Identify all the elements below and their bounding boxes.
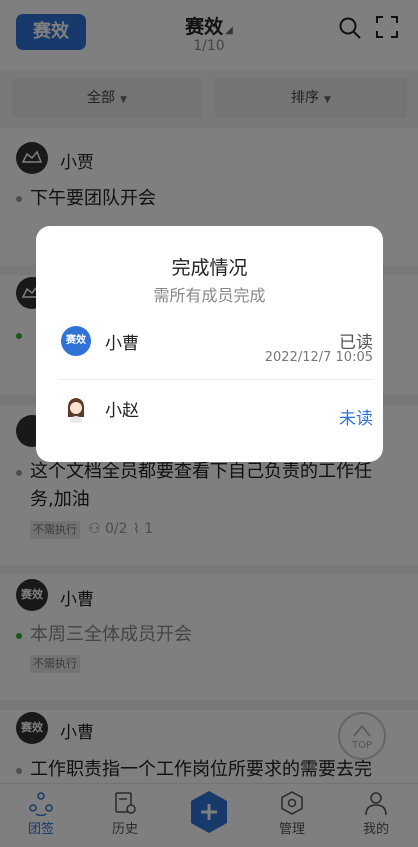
- member-avatar: 赛效: [61, 326, 91, 356]
- member-name: 小曹: [105, 334, 139, 354]
- girl-avatar-icon: [61, 393, 91, 423]
- member-row[interactable]: 小赵 未读: [58, 381, 373, 438]
- divider: [58, 379, 373, 380]
- dialog-subtitle: 需所有成员完成: [153, 286, 266, 305]
- member-name: 小赵: [105, 401, 139, 421]
- completion-dialog: 完成情况 需所有成员完成 赛效 小曹 已读 2022/12/7 10:05 小赵…: [36, 226, 383, 462]
- read-status: 未读: [339, 409, 373, 429]
- dialog-title: 完成情况: [171, 257, 248, 279]
- read-time: 2022/12/7 10:05: [264, 350, 373, 365]
- member-row[interactable]: 赛效 小曹 已读 2022/12/7 10:05: [58, 314, 373, 371]
